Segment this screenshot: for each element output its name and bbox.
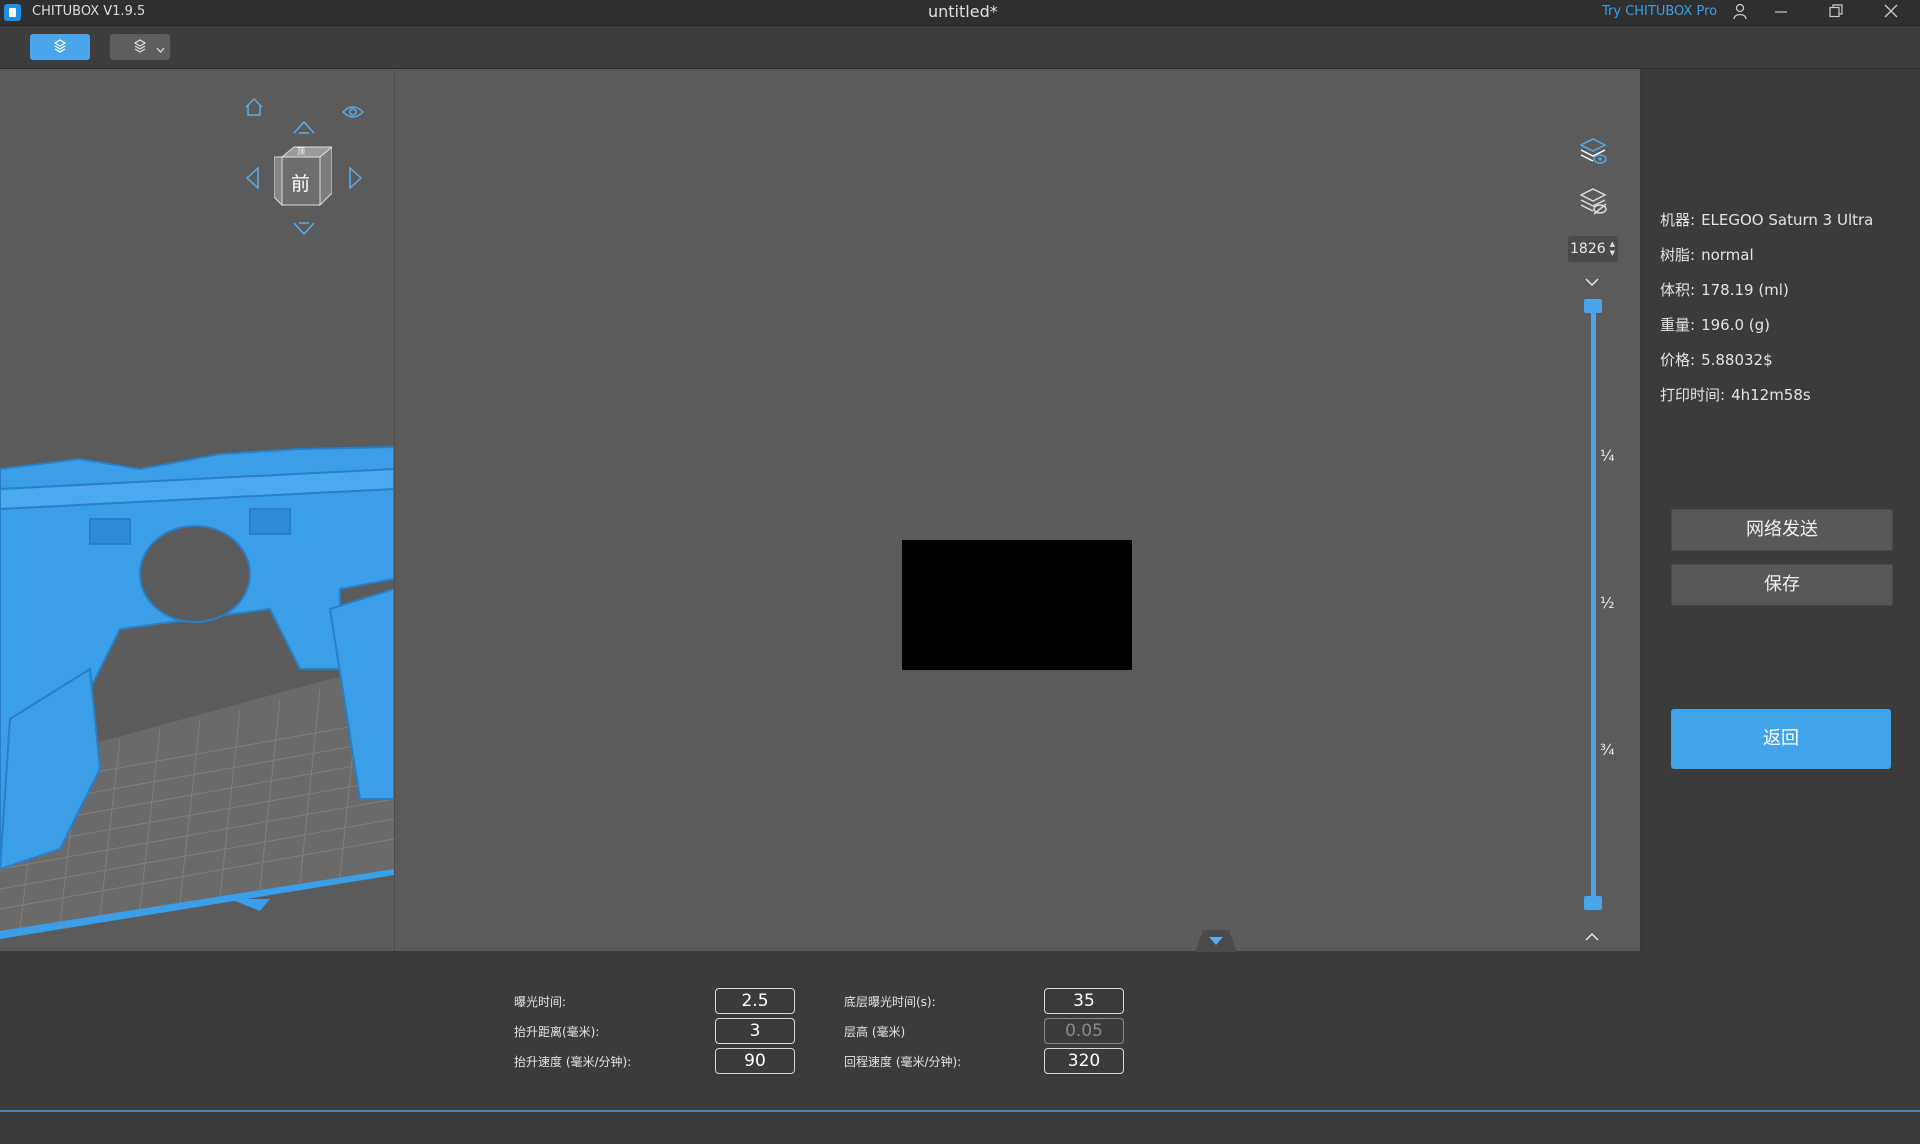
slice-preview-area[interactable] [395, 69, 1640, 952]
exposure-input[interactable]: 2.5 [715, 988, 795, 1014]
resin-label: 树脂: [1660, 246, 1696, 264]
layer-down-chevron-icon[interactable] [1585, 271, 1599, 290]
layer-slider-track[interactable] [1591, 305, 1596, 905]
lift-speed-label: 抬升速度 (毫米/分钟): [514, 1055, 632, 1069]
app-title: CHITUBOX V1.9.5 [32, 4, 146, 19]
minimize-icon[interactable] [1760, 0, 1802, 25]
printer-model-render [0, 445, 394, 939]
price-row: 价格: 5.88032$ [1660, 349, 1773, 370]
layer-slider-top-handle[interactable] [1584, 299, 1602, 313]
app-logo-icon [4, 4, 21, 21]
print-time-value: 4h12m58s [1731, 386, 1811, 404]
close-icon[interactable] [1870, 0, 1912, 25]
volume-row: 体积: 178.19 (ml) [1660, 279, 1789, 300]
lift-distance-label: 抬升距离(毫米): [514, 1025, 600, 1039]
resin-row: 树脂: normal [1660, 244, 1754, 265]
user-icon[interactable] [1732, 3, 1748, 25]
spin-up-icon[interactable]: ▲ [1610, 240, 1615, 248]
layer-height-label: 层高 (毫米) [844, 1025, 906, 1039]
retract-speed-label: 回程速度 (毫米/分钟): [844, 1055, 962, 1069]
slice-view-button[interactable] [30, 34, 90, 60]
print-time-label: 打印时间: [1660, 386, 1726, 404]
arrow-down-icon[interactable] [293, 221, 315, 240]
show-layers-icon[interactable] [1578, 137, 1608, 171]
layer-up-chevron-icon[interactable] [1585, 926, 1599, 945]
layer-number-value: 1826 [1570, 241, 1606, 257]
machine-label: 机器: [1660, 211, 1696, 229]
bottom-exposure-label: 底层曝光时间(s): [844, 995, 936, 1009]
lift-speed-input[interactable]: 90 [715, 1048, 795, 1074]
print-time-row: 打印时间: 4h12m58s [1660, 384, 1811, 405]
layer-number-spinbox[interactable]: 1826 ▲ ▼ [1568, 236, 1618, 262]
machine-value: ELEGOO Saturn 3 Ultra [1701, 211, 1874, 229]
lift-distance-input[interactable]: 3 [715, 1018, 795, 1044]
layer-height-input: 0.05 [1044, 1018, 1124, 1044]
machine-row: 机器: ELEGOO Saturn 3 Ultra [1660, 209, 1873, 230]
info-panel: 机器: ELEGOO Saturn 3 Ultra 树脂: normal 体积: 17… [1641, 69, 1920, 951]
price-label: 价格: [1660, 351, 1696, 369]
spin-down-icon[interactable]: ▼ [1610, 249, 1615, 257]
status-bar [0, 1110, 1920, 1144]
back-button[interactable]: 返回 [1671, 709, 1891, 769]
slice-view-icon [53, 39, 67, 53]
slider-tick-three-quarters: ¾ [1600, 741, 1615, 759]
layer-slider-bottom-handle[interactable] [1584, 896, 1602, 910]
restore-icon[interactable] [1815, 0, 1857, 25]
try-pro-link[interactable]: Try CHITUBOX Pro [1602, 4, 1717, 19]
save-button[interactable]: 保存 [1671, 564, 1893, 606]
network-send-button[interactable]: 网络发送 [1671, 509, 1893, 551]
eye-icon[interactable] [341, 104, 365, 123]
print-view-icon [133, 39, 147, 53]
model-3d-view[interactable]: 顶 前 [0, 69, 395, 951]
exposure-label: 曝光时间: [514, 995, 567, 1009]
layer-slice-image [902, 540, 1132, 670]
retract-speed-input[interactable]: 320 [1044, 1048, 1124, 1074]
bottom-exposure-input[interactable]: 35 [1044, 988, 1124, 1014]
document-title: untitled* [928, 2, 998, 21]
arrow-right-icon[interactable] [349, 166, 363, 193]
print-view-button[interactable] [110, 34, 170, 60]
weight-label: 重量: [1660, 316, 1696, 334]
arrow-up-icon[interactable] [293, 119, 315, 138]
weight-row: 重量: 196.0 (g) [1660, 314, 1770, 335]
view-cube-top: 顶 [297, 147, 305, 156]
chevron-down-icon[interactable] [156, 47, 165, 54]
volume-label: 体积: [1660, 281, 1696, 299]
hide-layers-icon[interactable] [1578, 187, 1608, 221]
slider-tick-quarter: ¼ [1600, 447, 1615, 465]
print-parameters-panel: 曝光时间: 2.5 底层曝光时间(s): 35 抬升距离(毫米): 3 层高 (… [0, 952, 1640, 1110]
view-cube[interactable]: 顶 前 [274, 145, 332, 207]
resin-value: normal [1701, 246, 1754, 264]
weight-value: 196.0 (g) [1701, 316, 1770, 334]
price-value: 5.88032$ [1701, 351, 1773, 369]
volume-value: 178.19 (ml) [1701, 281, 1789, 299]
toolbar [0, 26, 1920, 69]
title-bar: CHITUBOX V1.9.5 untitled* Try CHITUBOX P… [0, 0, 1920, 26]
arrow-left-icon[interactable] [245, 166, 259, 193]
home-icon[interactable] [244, 97, 264, 121]
view-cube-front: 前 [291, 173, 311, 195]
slider-tick-half: ½ [1600, 594, 1615, 612]
